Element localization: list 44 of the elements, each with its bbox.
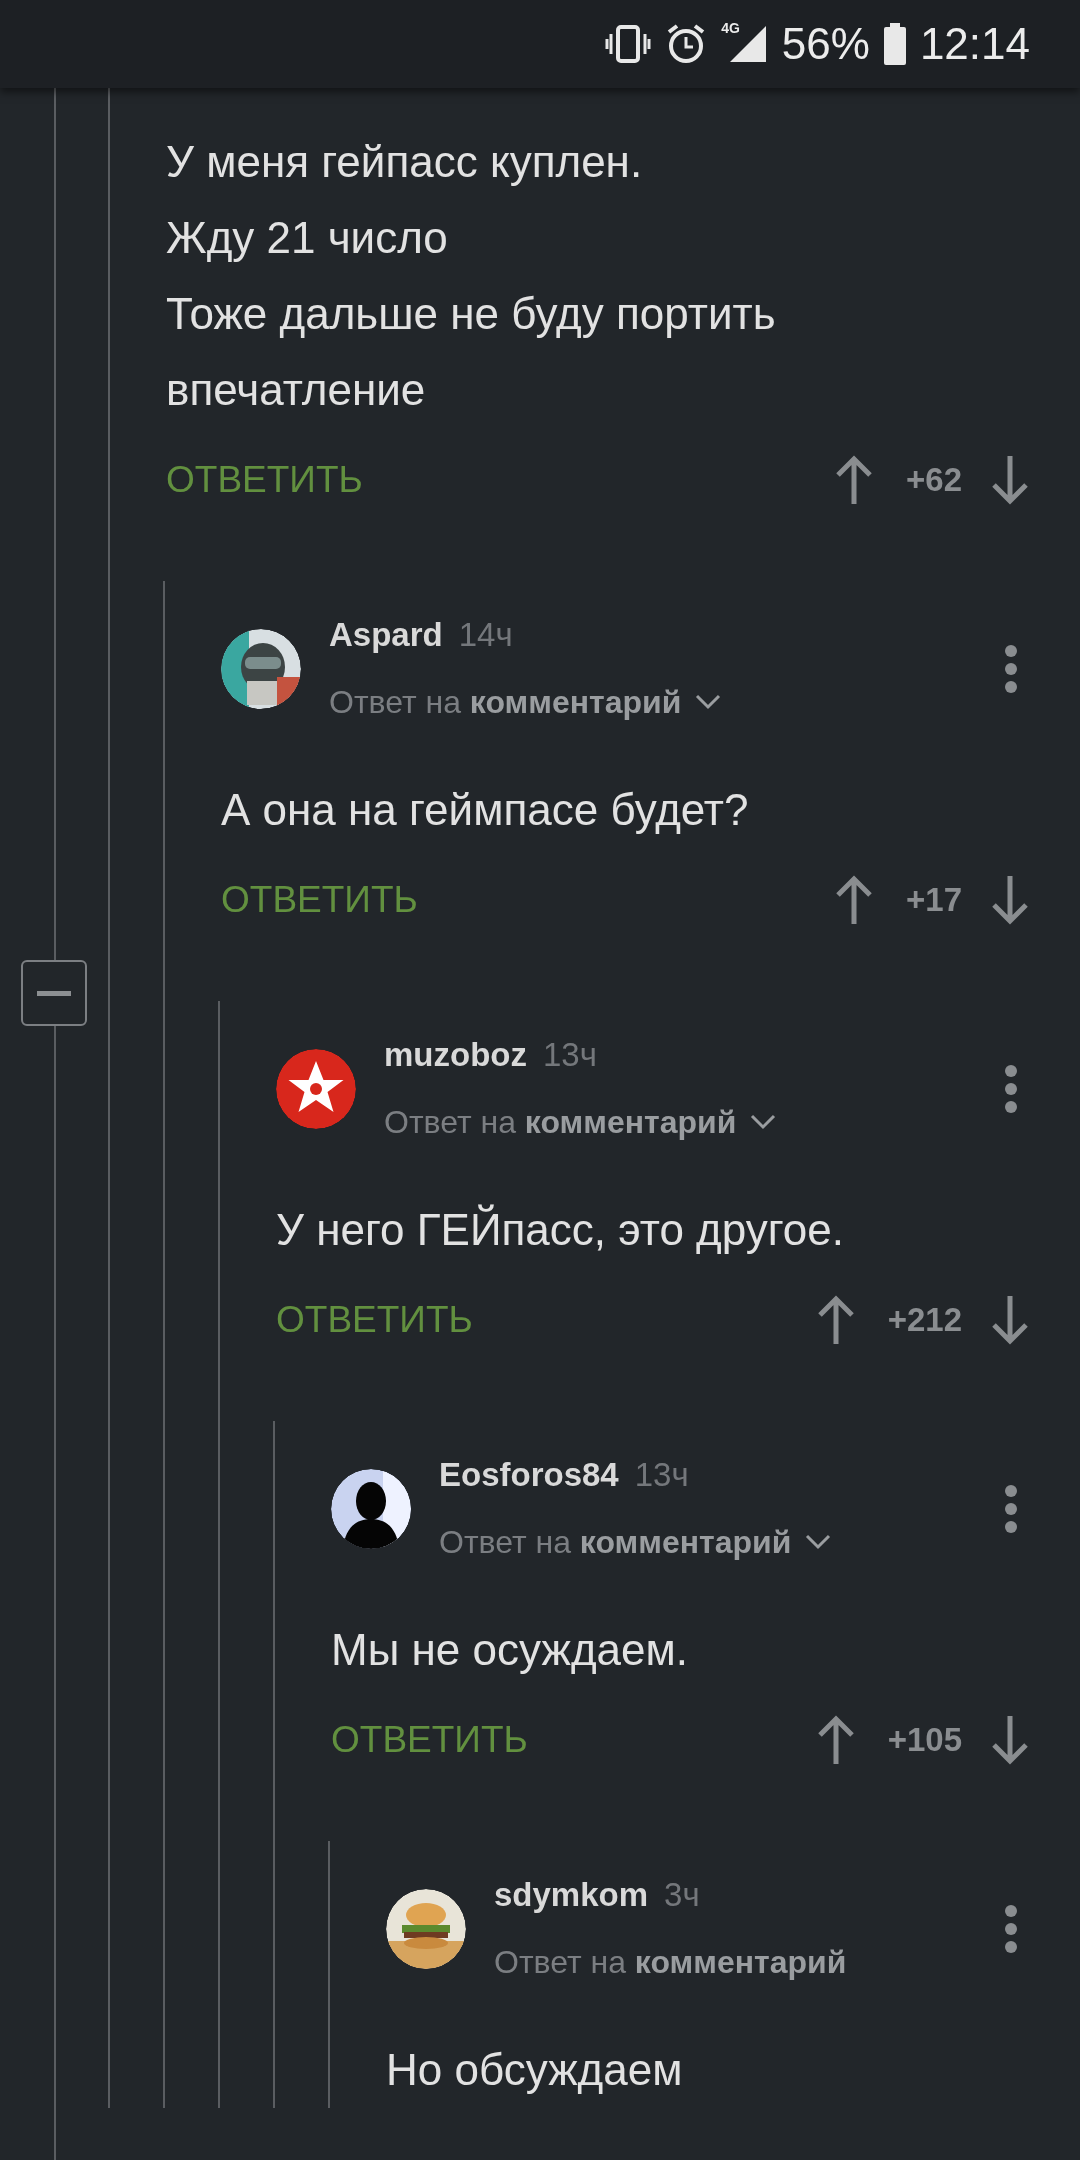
more-options-icon[interactable] [1004, 1063, 1018, 1114]
battery-icon [883, 23, 906, 65]
upvote-icon[interactable] [834, 454, 874, 506]
reply-to-link[interactable]: Ответ на комментарий [329, 683, 682, 721]
downvote-icon[interactable] [990, 454, 1030, 506]
reply-to-link[interactable]: Ответ на комментарий [384, 1103, 737, 1141]
author-name[interactable]: muzoboz [384, 1036, 527, 1074]
network-label: 4G [721, 20, 740, 36]
reply-button[interactable]: ОТВЕТИТЬ [166, 458, 363, 502]
author-name[interactable]: Aspard [329, 616, 443, 654]
chevron-down-icon[interactable] [805, 1534, 832, 1550]
vibrate-icon [605, 24, 652, 64]
reply-button[interactable]: ОТВЕТИТЬ [221, 878, 418, 922]
clock-time: 12:14 [919, 19, 1030, 69]
author-name[interactable]: Eosforos84 [439, 1456, 619, 1494]
upvote-icon[interactable] [834, 874, 874, 926]
comment-time: 3ч [664, 1876, 700, 1914]
comment-text: Но обсуждаем [386, 2044, 684, 2096]
more-options-icon[interactable] [1004, 1483, 1018, 1534]
downvote-icon[interactable] [990, 1714, 1030, 1766]
more-options-icon[interactable] [1004, 643, 1018, 694]
battery-percent: 56% [781, 19, 870, 69]
author-name[interactable]: sdymkom [494, 1876, 649, 1914]
reply-button[interactable]: ОТВЕТИТЬ [331, 1718, 528, 1762]
comment-time: 13ч [634, 1456, 689, 1494]
vote-score: +17 [906, 881, 962, 919]
vote-score: +212 [887, 1301, 962, 1339]
downvote-icon[interactable] [990, 874, 1030, 926]
comment-text: У меня гейпасс куплен. Жду 21 число Тоже дальше не буду портить впечатление [166, 136, 777, 416]
collapse-button[interactable] [21, 960, 87, 1026]
reply-to-link[interactable]: Ответ на комментарий [439, 1523, 792, 1561]
reply-to-link[interactable]: Ответ на комментарий [494, 1943, 847, 1981]
comment-time: 13ч [543, 1036, 597, 1074]
comment-text: Мы не осуждаем. [331, 1624, 689, 1676]
more-options-icon[interactable] [1004, 1903, 1018, 1954]
vote-score: +62 [906, 461, 962, 499]
comment-text: А она на геймпасе будет? [221, 784, 750, 836]
reply-button[interactable]: ОТВЕТИТЬ [276, 1298, 473, 1342]
vote-score: +105 [887, 1721, 962, 1759]
downvote-icon[interactable] [990, 1294, 1030, 1346]
chevron-down-icon[interactable] [750, 1114, 777, 1130]
comment-time: 14ч [458, 616, 513, 654]
chevron-down-icon[interactable] [695, 694, 722, 710]
comment-text: У него ГЕЙпасс, это другое. [276, 1203, 845, 1256]
